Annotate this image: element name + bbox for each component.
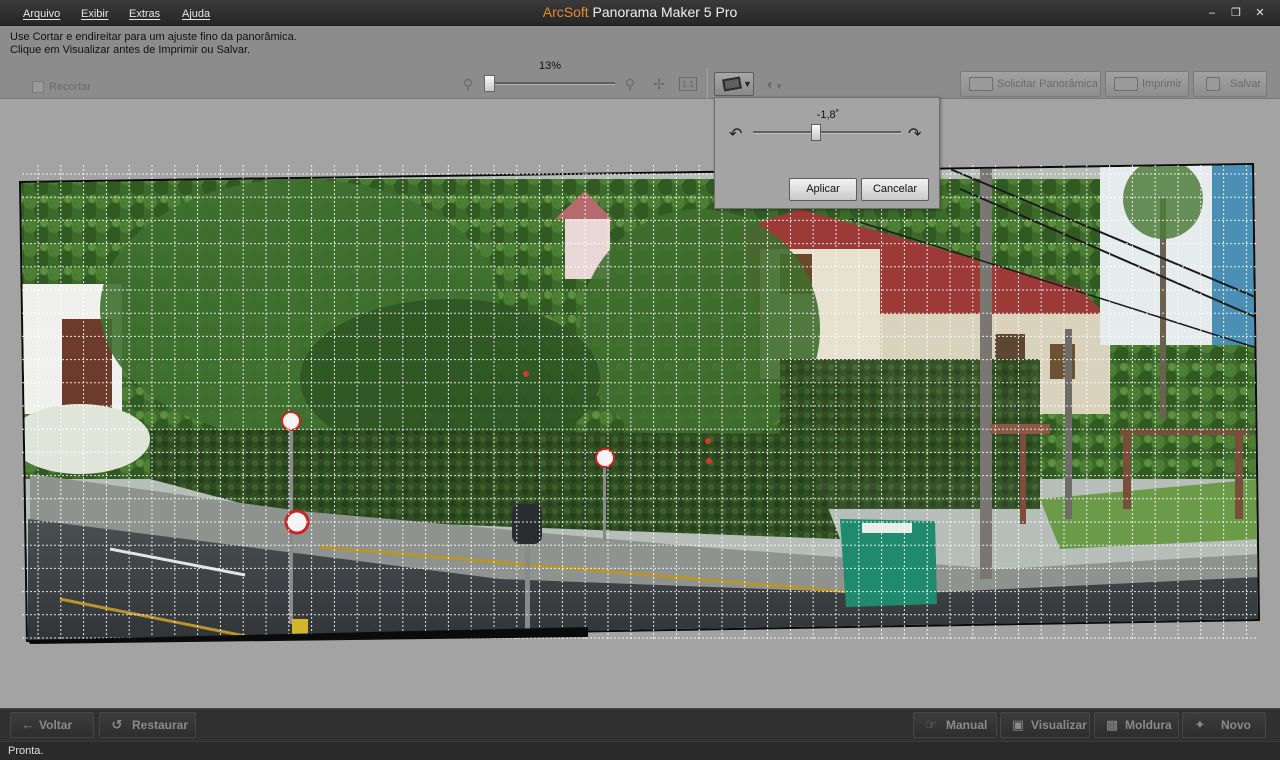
zoom-in-icon[interactable]: ⚲	[621, 75, 639, 93]
straighten-panel: -1,8˚ ↶ ↷ Aplicar Cancelar	[714, 97, 940, 209]
minimize-button[interactable]: –	[1204, 5, 1220, 21]
close-button[interactable]: ✕	[1252, 5, 1268, 21]
frame-icon: ▩	[1105, 717, 1119, 732]
rotate-left-icon[interactable]: ↶	[729, 124, 742, 144]
straighten-button[interactable]: ▼	[714, 72, 754, 96]
crop-checkbox[interactable]	[32, 81, 44, 93]
toolbar: Use Cortar e endireitar para um ajuste f…	[0, 26, 1280, 100]
zoom-slider-thumb[interactable]	[484, 75, 495, 92]
scanner-icon	[969, 77, 993, 91]
new-project-icon: ✦	[1194, 717, 1206, 732]
panorama-canvas[interactable]	[0, 99, 1280, 708]
angle-value: -1,8˚	[816, 109, 840, 121]
color-adjust-icon[interactable]: ◐▼	[761, 75, 789, 93]
new-button[interactable]: ✦ Novo	[1182, 712, 1266, 738]
new-label: Novo	[1221, 718, 1251, 732]
fit-to-window-icon[interactable]: ✢	[650, 75, 668, 93]
save-label: Salvar	[1230, 78, 1262, 90]
manual-label: Manual	[946, 718, 988, 732]
zoom-level: 13%	[538, 60, 562, 72]
frame-button[interactable]: ▩ Moldura	[1094, 712, 1179, 738]
angle-slider-thumb[interactable]	[811, 124, 821, 141]
bottom-nav-bar: ← Voltar ↺ Restaurar ☞ Manual ▣ Visualiz…	[0, 708, 1280, 741]
manual-button[interactable]: ☞ Manual	[913, 712, 997, 738]
crop-label: Recortar	[49, 81, 92, 93]
request-panorama-button[interactable]: Solicitar Panorâmica	[960, 71, 1101, 97]
printer-icon	[1114, 77, 1138, 91]
cancel-button[interactable]: Cancelar	[861, 178, 929, 201]
zoom-out-icon[interactable]: ⚲	[459, 75, 477, 93]
chevron-down-icon: ▼	[743, 79, 752, 89]
save-icon	[1206, 77, 1220, 91]
print-label: Imprimir	[1142, 78, 1182, 90]
restore-button[interactable]: ❐	[1228, 5, 1244, 21]
frame-label: Moldura	[1125, 718, 1172, 732]
save-button[interactable]: Salvar	[1193, 71, 1267, 97]
instruction-line-2: Clique em Visualizar antes de Imprimir o…	[10, 44, 251, 56]
straighten-icon	[722, 76, 742, 92]
preview-button[interactable]: ▣ Visualizar	[1000, 712, 1090, 738]
title-bar: Arquivo Exibir Extras Ajuda ArcSoft Pano…	[0, 0, 1280, 26]
status-bar: Pronta.	[0, 741, 1280, 760]
app-brand: ArcSoft	[542, 4, 589, 20]
apply-button[interactable]: Aplicar	[789, 178, 857, 201]
app-title: ArcSoft Panorama Maker 5 Pro	[0, 4, 1280, 20]
status-text: Pronta.	[8, 745, 44, 757]
back-label: Voltar	[39, 718, 73, 732]
restore-icon: ↺	[111, 717, 123, 732]
restore-label: Restaurar	[132, 718, 189, 732]
hand-icon: ☞	[925, 717, 937, 732]
print-button[interactable]: Imprimir	[1105, 71, 1189, 97]
actual-size-icon[interactable]: 1:1	[679, 77, 697, 91]
request-panorama-label: Solicitar Panorâmica	[997, 78, 1098, 90]
zoom-slider[interactable]	[485, 82, 615, 85]
app-product: Panorama Maker 5 Pro	[588, 4, 738, 20]
panorama-image[interactable]	[0, 99, 1280, 708]
restore-button-nav[interactable]: ↺ Restaurar	[99, 712, 196, 738]
instruction-line-1: Use Cortar e endireitar para um ajuste f…	[10, 31, 297, 43]
back-button[interactable]: ← Voltar	[10, 712, 94, 738]
toolbar-divider	[707, 68, 708, 100]
rotate-right-icon[interactable]: ↷	[908, 124, 921, 144]
preview-icon: ▣	[1011, 717, 1025, 732]
angle-slider[interactable]	[753, 131, 901, 134]
preview-label: Visualizar	[1031, 718, 1087, 732]
arrow-left-icon: ←	[21, 717, 35, 732]
